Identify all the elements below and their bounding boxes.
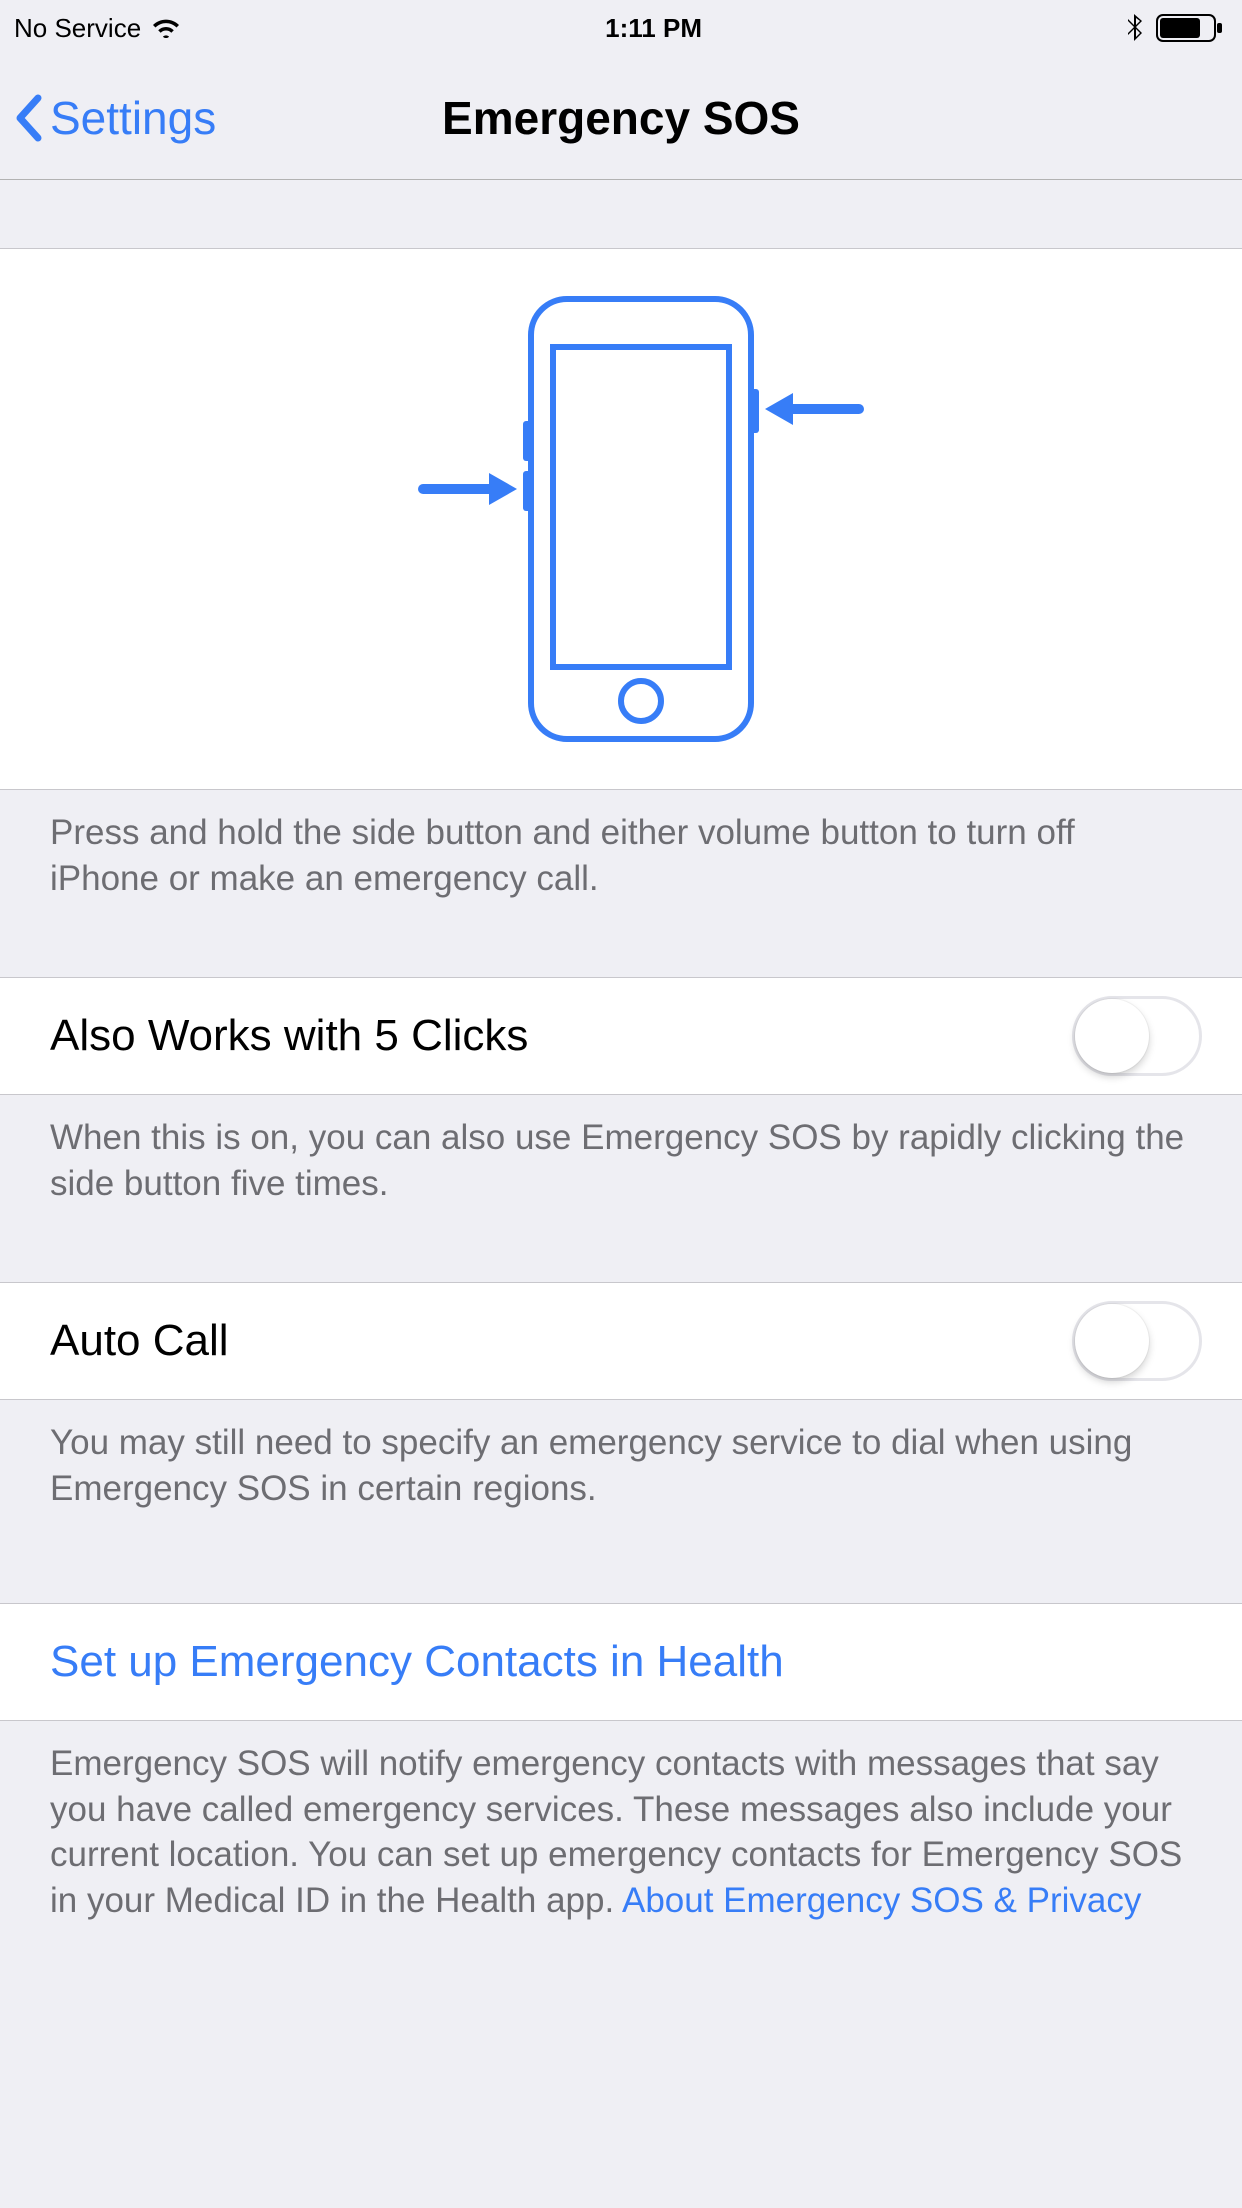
also-works-5-clicks-toggle[interactable] (1072, 996, 1202, 1076)
wifi-icon (151, 17, 181, 39)
status-bar: No Service 1:11 PM (0, 0, 1242, 56)
phone-buttons-illustration-icon (361, 289, 881, 749)
switch-knob (1075, 1304, 1149, 1378)
bluetooth-icon (1126, 13, 1144, 43)
status-right (1126, 13, 1224, 43)
nav-bar: Settings Emergency SOS (0, 56, 1242, 180)
also-works-5-clicks-row: Also Works with 5 Clicks (0, 977, 1242, 1095)
carrier-label: No Service (14, 13, 141, 44)
also-works-5-clicks-footer: When this is on, you can also use Emerge… (0, 1095, 1242, 1234)
auto-call-footer: You may still need to specify an emergen… (0, 1400, 1242, 1539)
illustration-footer: Press and hold the side button and eithe… (0, 790, 1242, 929)
chevron-left-icon (12, 94, 46, 142)
back-button[interactable]: Settings (12, 91, 216, 145)
illustration-cell (0, 248, 1242, 790)
switch-knob (1075, 999, 1149, 1073)
battery-icon (1156, 14, 1224, 42)
clock-label: 1:11 PM (605, 13, 702, 44)
spacer (0, 180, 1242, 248)
page-title: Emergency SOS (442, 91, 800, 145)
spacer (0, 1539, 1242, 1603)
spacer (0, 929, 1242, 977)
setup-contacts-label: Set up Emergency Contacts in Health (50, 1637, 784, 1687)
auto-call-label: Auto Call (50, 1316, 229, 1366)
auto-call-toggle[interactable] (1072, 1301, 1202, 1381)
spacer (0, 1234, 1242, 1282)
auto-call-row: Auto Call (0, 1282, 1242, 1400)
privacy-link[interactable]: About Emergency SOS & Privacy (622, 1881, 1141, 1920)
contacts-footer: Emergency SOS will notify emergency cont… (0, 1721, 1242, 1951)
also-works-5-clicks-label: Also Works with 5 Clicks (50, 1011, 528, 1061)
setup-contacts-button[interactable]: Set up Emergency Contacts in Health (0, 1603, 1242, 1721)
status-left: No Service (14, 13, 181, 44)
back-label: Settings (50, 91, 216, 145)
